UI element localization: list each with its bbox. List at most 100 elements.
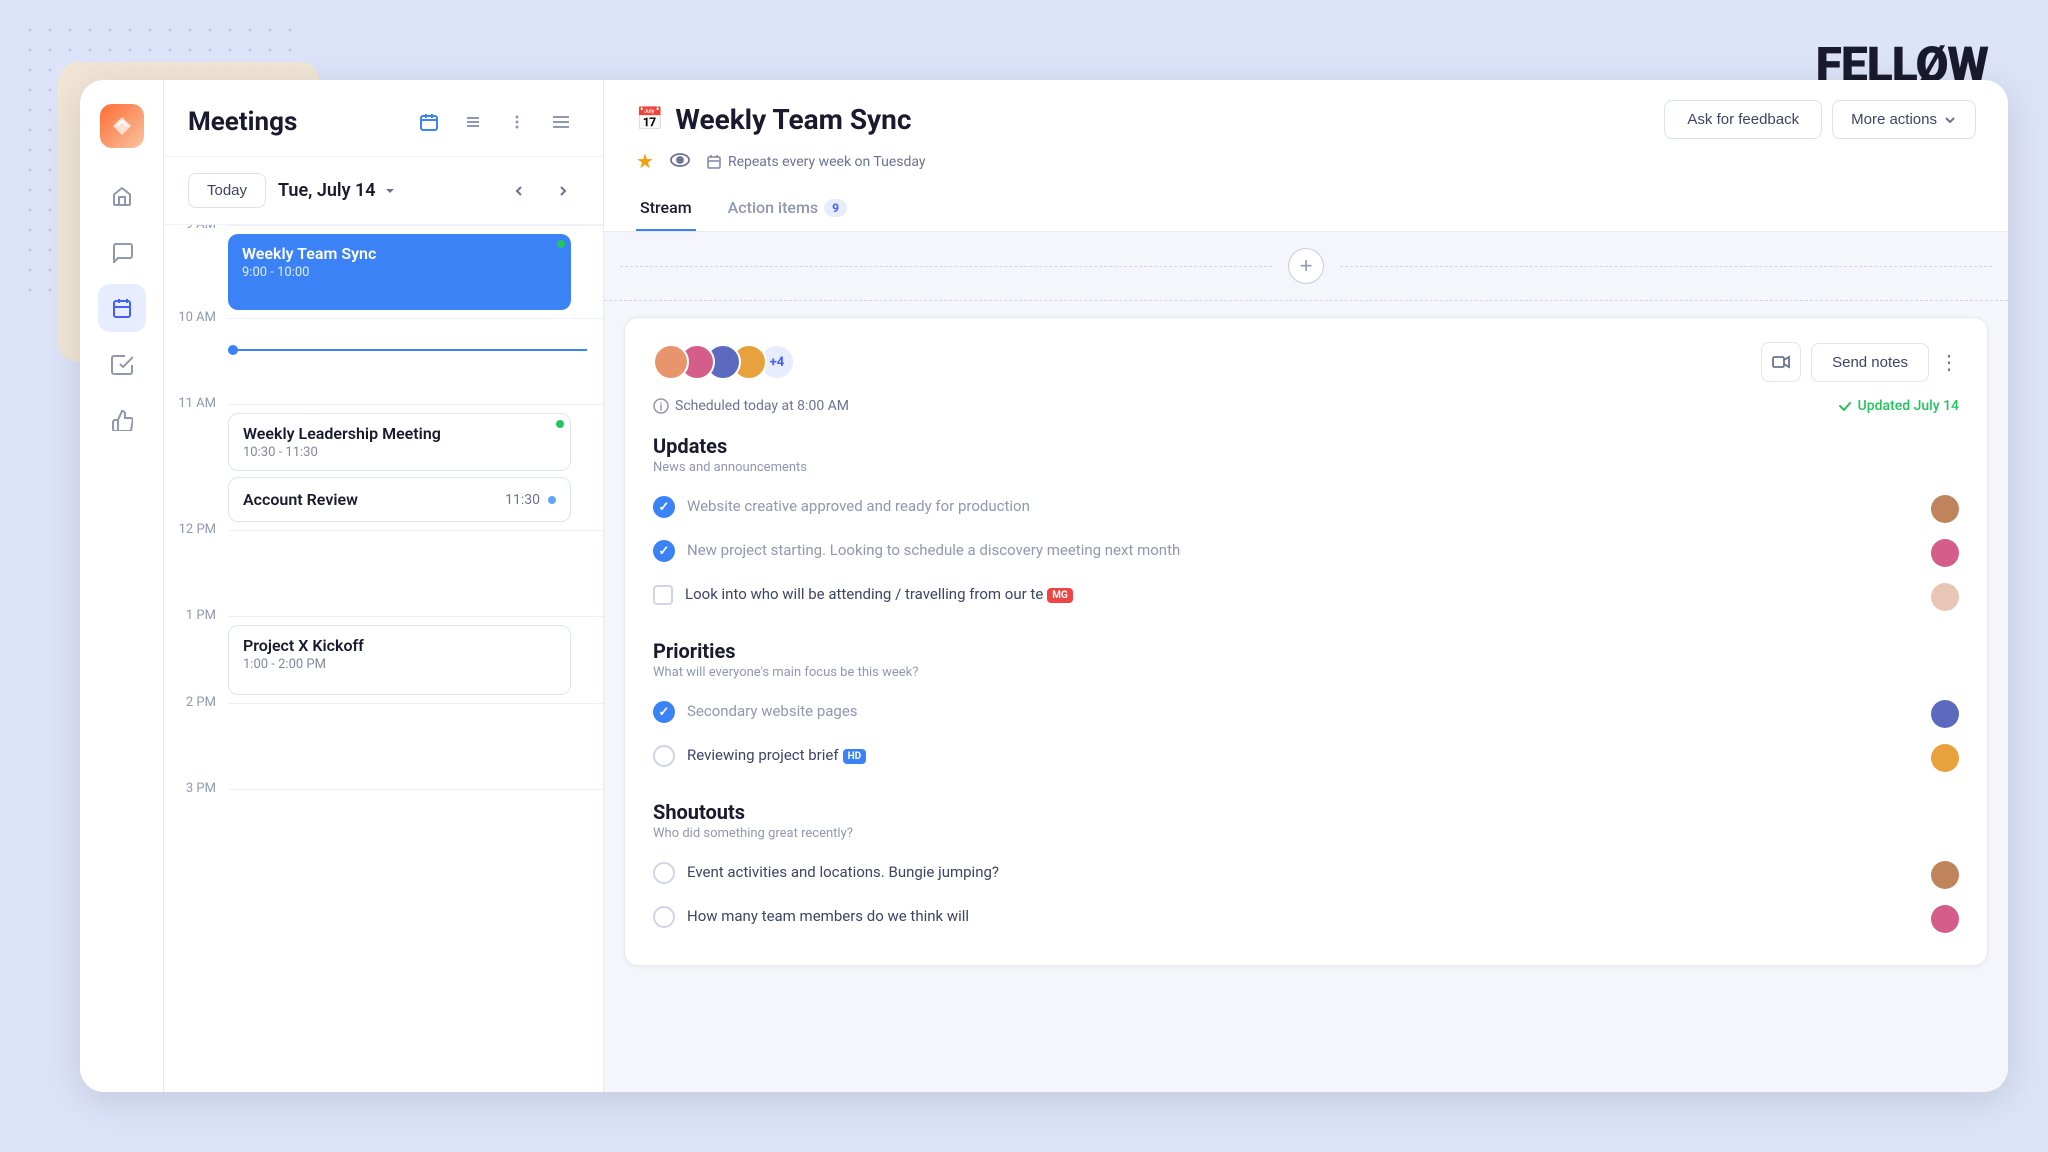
- event-time: 1:00 - 2:00 PM: [243, 657, 556, 672]
- sidebar-item-feedback[interactable]: [98, 396, 146, 444]
- event-status-dot: [556, 420, 564, 428]
- scheduled-info-text: Scheduled today at 8:00 AM: [675, 398, 849, 414]
- section-shoutouts-subtitle: Who did something great recently?: [653, 826, 1959, 841]
- checkbox-unchecked[interactable]: [653, 745, 675, 767]
- chevron-down-icon: [1943, 113, 1957, 127]
- add-divider-left: [620, 266, 1272, 267]
- item-text: Event activities and locations. Bungie j…: [687, 861, 1919, 884]
- meetings-header: Meetings: [164, 80, 603, 157]
- tab-action-items-label: Action items: [728, 198, 818, 217]
- event-title: Account Review: [243, 490, 358, 509]
- calendar-view-btn[interactable]: [411, 104, 447, 140]
- sidebar-item-home[interactable]: [98, 172, 146, 220]
- checkbox-unchecked[interactable]: [653, 585, 673, 605]
- time-slot-content-11am: Weekly Leadership Meeting 10:30 - 11:30 …: [228, 404, 603, 530]
- checkbox-checked[interactable]: [653, 701, 675, 723]
- event-status-dot: [557, 240, 565, 248]
- section-updates: Updates News and announcements: [653, 434, 1959, 475]
- section-gap: [653, 780, 1959, 800]
- item-text: New project starting. Looking to schedul…: [687, 539, 1919, 562]
- more-options-dots[interactable]: ⋮: [1939, 350, 1959, 375]
- list-item: New project starting. Looking to schedul…: [653, 531, 1959, 575]
- sidebar-item-calendar[interactable]: [98, 284, 146, 332]
- chevron-down-icon: [382, 183, 398, 199]
- section-gap: [653, 619, 1959, 639]
- item-text: Secondary website pages: [687, 700, 1919, 723]
- prev-week-btn[interactable]: [503, 175, 535, 207]
- date-display[interactable]: Tue, July 14: [278, 180, 398, 201]
- item-avatar: [1931, 539, 1959, 567]
- time-slot-content-9am: Weekly Team Sync 9:00 - 10:00: [228, 225, 603, 318]
- today-button[interactable]: Today: [188, 173, 266, 208]
- event-title: Weekly Leadership Meeting: [243, 424, 556, 443]
- time-slot-10am: 10 AM: [164, 318, 603, 404]
- sidebar-logo: [100, 104, 144, 148]
- time-slot-1pm: 1 PM Project X Kickoff 1:00 - 2:00 PM: [164, 616, 603, 703]
- meetings-panel: Meetings: [164, 80, 604, 1092]
- calendar-nav: Today Tue, July 14: [164, 157, 603, 225]
- list-item: Website creative approved and ready for …: [653, 487, 1959, 531]
- time-label-3pm: 3 PM: [164, 781, 228, 875]
- more-options-btn[interactable]: [499, 104, 535, 140]
- add-item-button[interactable]: +: [1288, 248, 1324, 284]
- sidebar-item-messages[interactable]: [98, 228, 146, 276]
- section-priorities-subtitle: What will everyone's main focus be this …: [653, 665, 1959, 680]
- checkbox-checked[interactable]: [653, 540, 675, 562]
- tab-stream-label: Stream: [640, 198, 692, 217]
- next-week-btn[interactable]: [547, 175, 579, 207]
- sidebar: [80, 80, 164, 1092]
- meeting-title-left: 📅 Weekly Team Sync: [636, 103, 911, 136]
- checkbox-unchecked[interactable]: [653, 906, 675, 928]
- current-date-label: Tue, July 14: [278, 180, 376, 201]
- card-actions: Send notes ⋮: [1761, 342, 1959, 382]
- send-notes-button[interactable]: Send notes: [1811, 343, 1929, 382]
- meeting-title-row: 📅 Weekly Team Sync Ask for feedback More…: [636, 100, 1976, 139]
- item-text: Look into who will be attending / travel…: [685, 583, 1919, 606]
- add-divider-right: [1340, 266, 1992, 267]
- video-call-button[interactable]: [1761, 342, 1801, 382]
- list-view-btn[interactable]: [455, 104, 491, 140]
- item-avatar: [1931, 744, 1959, 772]
- event-weekly-leadership[interactable]: Weekly Leadership Meeting 10:30 - 11:30: [228, 413, 571, 471]
- time-slot-9am: 9 AM Weekly Team Sync 9:00 - 10:00: [164, 225, 603, 318]
- meeting-header-actions: Ask for feedback More actions: [1664, 100, 1976, 139]
- meeting-card-header: +4 Send notes ⋮: [653, 342, 1959, 382]
- time-slot-12pm: 12 PM: [164, 530, 603, 616]
- event-weekly-team-sync[interactable]: Weekly Team Sync 9:00 - 10:00: [228, 234, 571, 310]
- time-slot-3pm: 3 PM: [164, 789, 603, 875]
- list-item: Reviewing project briefHD: [653, 736, 1959, 780]
- menu-btn[interactable]: [543, 104, 579, 140]
- meeting-card: +4 Send notes ⋮: [624, 317, 1988, 966]
- event-account-review[interactable]: Account Review 11:30: [228, 477, 571, 522]
- tab-stream[interactable]: Stream: [636, 186, 696, 231]
- item-avatar: [1931, 861, 1959, 889]
- item-text: Website creative approved and ready for …: [687, 495, 1919, 518]
- badge-mg: MG: [1047, 588, 1073, 603]
- checkbox-unchecked[interactable]: [653, 862, 675, 884]
- event-status-dot: [548, 496, 556, 504]
- watch-button[interactable]: [670, 150, 690, 173]
- repeat-info-text: Repeats every week on Tuesday: [728, 154, 926, 170]
- avatar-1: [653, 344, 689, 380]
- checkbox-checked[interactable]: [653, 496, 675, 518]
- meetings-title: Meetings: [188, 107, 297, 137]
- schedule-info: Scheduled today at 8:00 AM Updated July …: [653, 398, 1959, 414]
- section-updates-subtitle: News and announcements: [653, 460, 1959, 475]
- more-actions-button[interactable]: More actions: [1832, 100, 1976, 139]
- time-slot-content-10am: [228, 318, 603, 404]
- info-icon: [653, 398, 669, 414]
- event-time: 9:00 - 10:00: [242, 265, 557, 280]
- more-actions-label: More actions: [1851, 111, 1937, 128]
- item-avatar: [1931, 495, 1959, 523]
- action-items-badge: 9: [824, 199, 847, 217]
- list-item: How many team members do we think will: [653, 897, 1959, 941]
- sidebar-item-tasks[interactable]: [98, 340, 146, 388]
- add-item-row: +: [604, 232, 2008, 301]
- meeting-content: + +4: [604, 232, 2008, 1092]
- tab-action-items[interactable]: Action items 9: [724, 186, 851, 231]
- ask-feedback-button[interactable]: Ask for feedback: [1664, 100, 1822, 139]
- event-project-x-kickoff[interactable]: Project X Kickoff 1:00 - 2:00 PM: [228, 625, 571, 695]
- time-slot-content-3pm: [228, 789, 603, 875]
- star-button[interactable]: ★: [636, 149, 654, 174]
- section-priorities-title: Priorities: [653, 639, 1959, 663]
